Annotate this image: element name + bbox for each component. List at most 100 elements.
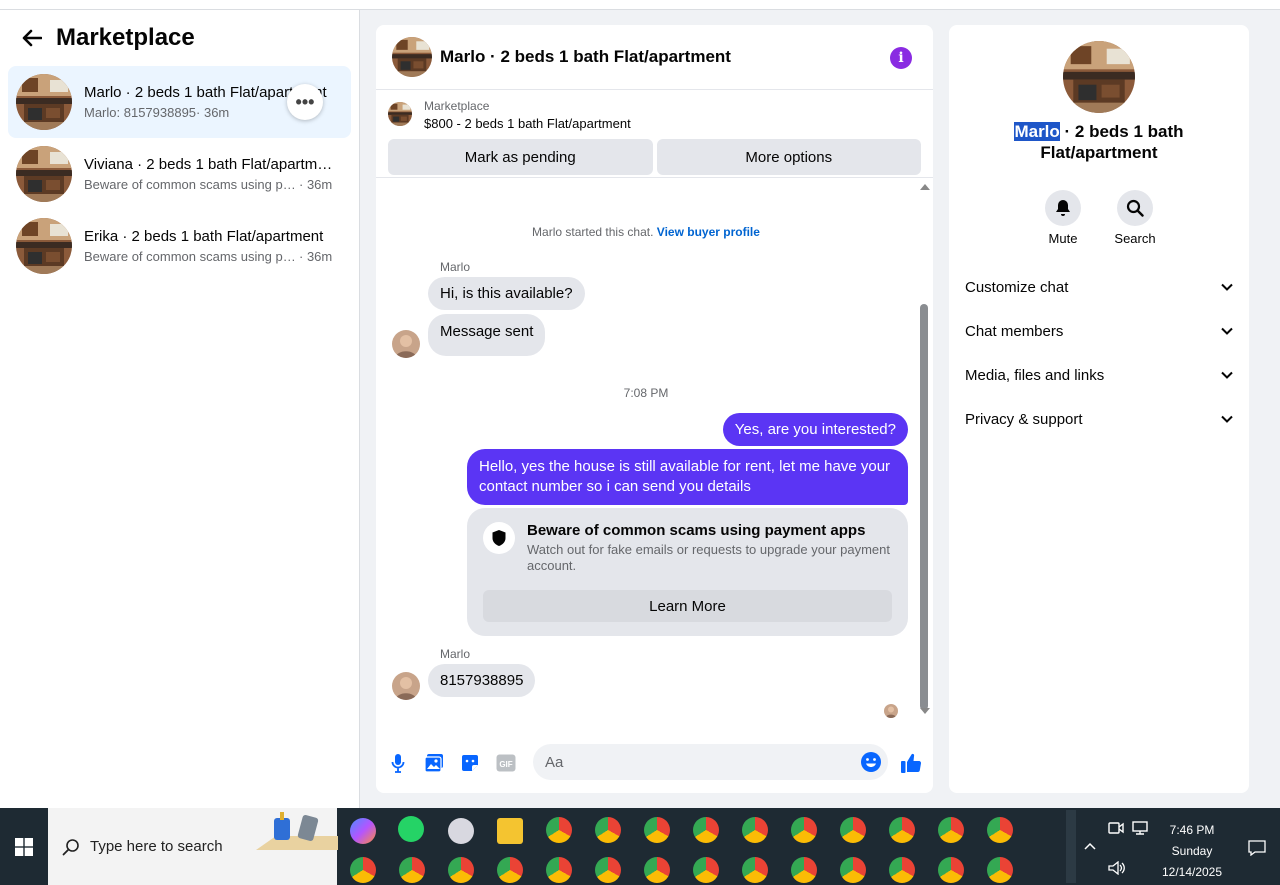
more-options-icon[interactable]: ••• xyxy=(287,84,323,120)
conversation-item-marlo[interactable]: Marlo · 2 beds 1 bath Flat/apartment Mar… xyxy=(8,66,351,138)
bell-icon[interactable] xyxy=(1045,190,1081,226)
chrome-app-icon[interactable] xyxy=(840,817,866,843)
thumbs-up-icon[interactable] xyxy=(899,751,923,775)
chrome-app-icon[interactable] xyxy=(693,817,719,843)
network-icon[interactable] xyxy=(1132,821,1148,835)
search-button[interactable]: Search xyxy=(1114,190,1156,246)
listing-banner[interactable]: Marketplace $800 - 2 beds 1 bath Flat/ap… xyxy=(376,90,933,136)
chrome-app-icon[interactable] xyxy=(889,817,915,843)
chat-details-panel: Marlo · 2 beds 1 bath Flat/apartment Mut… xyxy=(949,25,1249,793)
message-thread[interactable]: Marlo started this chat. View buyer prof… xyxy=(376,178,933,733)
chrome-app-icon[interactable] xyxy=(742,817,768,843)
listing-actions: Mark as pending More options xyxy=(376,136,933,178)
message-input[interactable] xyxy=(545,753,845,771)
chrome-app-icon[interactable] xyxy=(644,817,670,843)
section-chat-members[interactable]: Chat members xyxy=(965,319,1233,343)
snipping-tool-app-icon[interactable] xyxy=(448,818,474,844)
clock[interactable]: 7:46 PM Sunday 12/14/2025 xyxy=(1154,820,1230,883)
chat-avatar[interactable] xyxy=(392,37,432,77)
mute-button[interactable]: Mute xyxy=(1045,190,1081,246)
outgoing-message[interactable]: Hello, yes the house is still available … xyxy=(467,449,908,505)
listing-avatar[interactable] xyxy=(1063,41,1135,113)
section-label: Customize chat xyxy=(965,278,1069,296)
mark-as-pending-button[interactable]: Mark as pending xyxy=(388,139,653,175)
sender-avatar[interactable] xyxy=(392,330,420,358)
conversation-item-erika[interactable]: Erika · 2 beds 1 bath Flat/apartment Bew… xyxy=(8,210,351,282)
chevron-down-icon xyxy=(1221,327,1233,335)
clock-time: 7:46 PM xyxy=(1169,823,1215,837)
photo-icon[interactable] xyxy=(422,751,446,775)
system-tray: 7:46 PM Sunday 12/14/2025 xyxy=(1062,808,1280,885)
windows-start-icon[interactable] xyxy=(0,808,48,885)
taskbar-search-box[interactable]: Type here to search xyxy=(48,808,338,885)
scrollbar[interactable] xyxy=(919,184,930,714)
section-customize-chat[interactable]: Customize chat xyxy=(965,275,1233,299)
volume-icon[interactable] xyxy=(1108,861,1126,875)
chrome-app-icon[interactable] xyxy=(644,857,670,883)
mute-label: Mute xyxy=(1048,231,1078,246)
notification-icon[interactable] xyxy=(1248,840,1266,856)
seen-receipt-avatar xyxy=(884,704,898,718)
learn-more-button[interactable]: Learn More xyxy=(483,590,892,622)
chrome-app-icon[interactable] xyxy=(497,857,523,883)
taskbar-search-placeholder: Type here to search xyxy=(90,838,223,855)
marketplace-label: Marketplace xyxy=(424,99,490,113)
sender-avatar[interactable] xyxy=(392,672,420,700)
whatsapp-app-icon[interactable] xyxy=(398,816,424,842)
chrome-app-icon[interactable] xyxy=(595,817,621,843)
conversation-title: Viviana · 2 beds 1 bath Flat/apartment xyxy=(84,156,334,173)
chrome-app-icon[interactable] xyxy=(399,857,425,883)
incoming-message[interactable]: 8157938895 xyxy=(428,664,536,697)
conversation-name-rest: · 2 beds 1 bath Flat/apartment xyxy=(1040,122,1184,162)
conversation-time: · 36m xyxy=(196,105,230,120)
microphone-icon[interactable] xyxy=(386,751,410,775)
copilot-app-icon[interactable] xyxy=(350,818,376,844)
file-explorer-app-icon[interactable] xyxy=(497,818,523,844)
chrome-app-icon[interactable] xyxy=(791,857,817,883)
chat-started-note: Marlo started this chat. View buyer prof… xyxy=(376,225,916,239)
incoming-message[interactable]: Hi, is this available? xyxy=(428,277,585,310)
view-buyer-profile-link[interactable]: View buyer profile xyxy=(657,225,760,239)
chrome-app-icon[interactable] xyxy=(693,857,719,883)
conversation-snippet: Beware of common scams using payment app… xyxy=(84,249,299,264)
chrome-app-icon[interactable] xyxy=(546,857,572,883)
chrome-app-icon[interactable] xyxy=(742,857,768,883)
chat-title[interactable]: Marlo · 2 beds 1 bath Flat/apartment xyxy=(440,47,731,67)
scrollbar-thumb[interactable] xyxy=(920,304,928,710)
chrome-app-icon[interactable] xyxy=(938,817,964,843)
chrome-app-icon[interactable] xyxy=(595,857,621,883)
chrome-app-icon[interactable] xyxy=(840,857,866,883)
shield-icon xyxy=(483,522,515,554)
chrome-app-icon[interactable] xyxy=(938,857,964,883)
taskbar-scrollbar[interactable] xyxy=(1066,810,1076,883)
meet-now-icon[interactable] xyxy=(1108,821,1124,835)
info-icon[interactable]: i xyxy=(890,47,912,69)
chrome-app-icon[interactable] xyxy=(791,817,817,843)
scroll-down-arrow-icon[interactable] xyxy=(920,708,930,714)
chat-header: Marlo · 2 beds 1 bath Flat/apartment i xyxy=(376,25,933,90)
chat-started-text: Marlo started this chat. xyxy=(532,225,654,239)
chrome-app-icon[interactable] xyxy=(350,857,376,883)
emoji-icon[interactable] xyxy=(860,751,882,773)
conversation-item-viviana[interactable]: Viviana · 2 beds 1 bath Flat/apartment B… xyxy=(8,138,351,210)
search-icon[interactable] xyxy=(1117,190,1153,226)
browser-top-strip xyxy=(0,0,1280,10)
section-media-files-links[interactable]: Media, files and links xyxy=(965,363,1233,387)
chrome-app-icon[interactable] xyxy=(889,857,915,883)
gif-icon[interactable]: GIF xyxy=(494,751,518,775)
incoming-message[interactable]: Message sent xyxy=(428,314,546,356)
more-options-button[interactable]: More options xyxy=(656,139,921,175)
chrome-app-icon[interactable] xyxy=(546,817,572,843)
outgoing-message[interactable]: Yes, are you interested? xyxy=(722,413,908,446)
scroll-up-arrow-icon[interactable] xyxy=(920,184,930,190)
chrome-app-icon[interactable] xyxy=(448,857,474,883)
chrome-app-icon[interactable] xyxy=(987,857,1013,883)
message-input-box[interactable] xyxy=(533,744,888,780)
listing-thumbnail xyxy=(388,102,412,126)
quick-actions: Mute Search xyxy=(949,190,1249,246)
chrome-app-icon[interactable] xyxy=(987,817,1013,843)
section-privacy-support[interactable]: Privacy & support xyxy=(965,407,1233,431)
chevron-up-icon[interactable] xyxy=(1084,842,1096,850)
sticker-icon[interactable] xyxy=(458,751,482,775)
back-arrow-icon[interactable] xyxy=(18,24,46,52)
